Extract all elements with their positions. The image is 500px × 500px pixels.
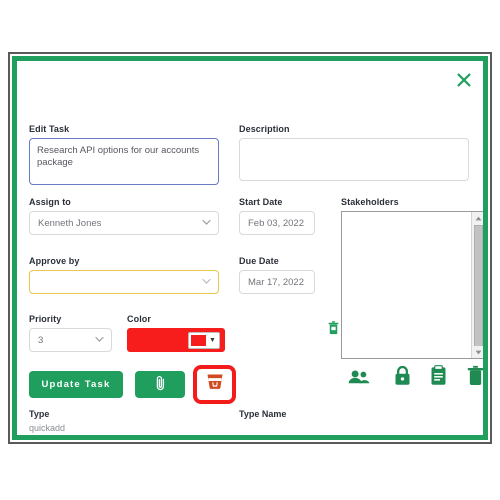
chevron-down-icon bbox=[202, 277, 211, 288]
close-button[interactable] bbox=[453, 69, 475, 91]
chevron-down-icon bbox=[202, 218, 211, 229]
due-date-input[interactable]: Mar 17, 2022 bbox=[239, 270, 315, 294]
approve-by-select[interactable] bbox=[29, 270, 219, 294]
edit-task-label: Edit Task bbox=[29, 124, 70, 134]
scroll-down-arrow-icon[interactable] bbox=[472, 346, 483, 358]
stakeholders-scrollbar[interactable] bbox=[471, 212, 483, 358]
due-date-field: Due Date Mar 17, 2022 bbox=[239, 256, 315, 294]
lock-icon bbox=[394, 365, 411, 391]
chevron-down-icon bbox=[95, 335, 104, 346]
type-label: Type bbox=[29, 409, 50, 419]
approve-by-label: Approve by bbox=[29, 256, 80, 266]
description-field: Description bbox=[239, 124, 469, 181]
color-swatch-wrap: ▼ bbox=[188, 331, 220, 349]
color-swatch bbox=[191, 334, 206, 346]
attach-button[interactable] bbox=[135, 371, 185, 398]
approve-by-field: Approve by bbox=[29, 256, 219, 294]
type-value: quickadd bbox=[29, 423, 66, 433]
trash-small-icon bbox=[328, 321, 339, 340]
bitbucket-icon bbox=[205, 372, 225, 397]
dialog-green-frame: Edit Task Assign to Kenneth Jones bbox=[12, 56, 488, 440]
dialog-content: Edit Task Assign to Kenneth Jones bbox=[17, 61, 483, 435]
start-date-field: Start Date Feb 03, 2022 bbox=[239, 197, 315, 235]
priority-value: 3 bbox=[38, 334, 44, 346]
lock-button[interactable] bbox=[392, 365, 412, 391]
stakeholder-delete-button[interactable] bbox=[327, 321, 340, 340]
clipboard-button[interactable] bbox=[428, 365, 448, 391]
update-task-wrap: Update Task bbox=[29, 371, 123, 398]
screen: Edit Task Assign to Kenneth Jones bbox=[0, 0, 500, 500]
type-meta: Type quickadd bbox=[29, 409, 65, 434]
clipboard-icon bbox=[430, 365, 447, 391]
type-name-label: Type Name bbox=[239, 409, 287, 419]
priority-field: Priority 3 bbox=[29, 314, 112, 352]
close-icon bbox=[456, 72, 472, 88]
edit-task-field: Edit Task bbox=[29, 124, 219, 185]
paperclip-icon bbox=[154, 375, 167, 394]
people-button[interactable] bbox=[347, 368, 371, 390]
assign-to-value: Kenneth Jones bbox=[38, 217, 102, 229]
priority-select[interactable]: 3 bbox=[29, 328, 112, 352]
bitbucket-button[interactable] bbox=[193, 365, 236, 404]
description-textarea[interactable] bbox=[239, 138, 469, 181]
due-date-label: Due Date bbox=[239, 256, 279, 266]
color-caret-icon: ▼ bbox=[209, 336, 216, 344]
edit-task-dialog: Edit Task Assign to Kenneth Jones bbox=[8, 52, 492, 444]
color-field: Color ▼ bbox=[127, 314, 225, 352]
assign-to-label: Assign to bbox=[29, 197, 71, 207]
attach-wrap bbox=[135, 371, 185, 398]
assign-to-field: Assign to Kenneth Jones bbox=[29, 197, 219, 235]
type-name-meta: Type Name bbox=[239, 409, 286, 422]
color-picker[interactable]: ▼ bbox=[127, 328, 225, 352]
people-icon bbox=[348, 369, 370, 390]
update-task-button[interactable]: Update Task bbox=[29, 371, 123, 398]
scrollbar-thumb[interactable] bbox=[474, 225, 483, 349]
stakeholders-listbox[interactable] bbox=[341, 211, 483, 359]
delete-button[interactable] bbox=[465, 365, 484, 391]
edit-task-textarea[interactable] bbox=[29, 138, 219, 185]
scroll-up-arrow-icon[interactable] bbox=[472, 212, 483, 224]
trash-icon bbox=[467, 365, 484, 391]
start-date-input[interactable]: Feb 03, 2022 bbox=[239, 211, 315, 235]
stakeholders-field: Stakeholders bbox=[341, 197, 483, 359]
description-label: Description bbox=[239, 124, 290, 134]
color-label: Color bbox=[127, 314, 151, 324]
priority-label: Priority bbox=[29, 314, 62, 324]
start-date-label: Start Date bbox=[239, 197, 283, 207]
stakeholders-label: Stakeholders bbox=[341, 197, 399, 207]
assign-to-select[interactable]: Kenneth Jones bbox=[29, 211, 219, 235]
